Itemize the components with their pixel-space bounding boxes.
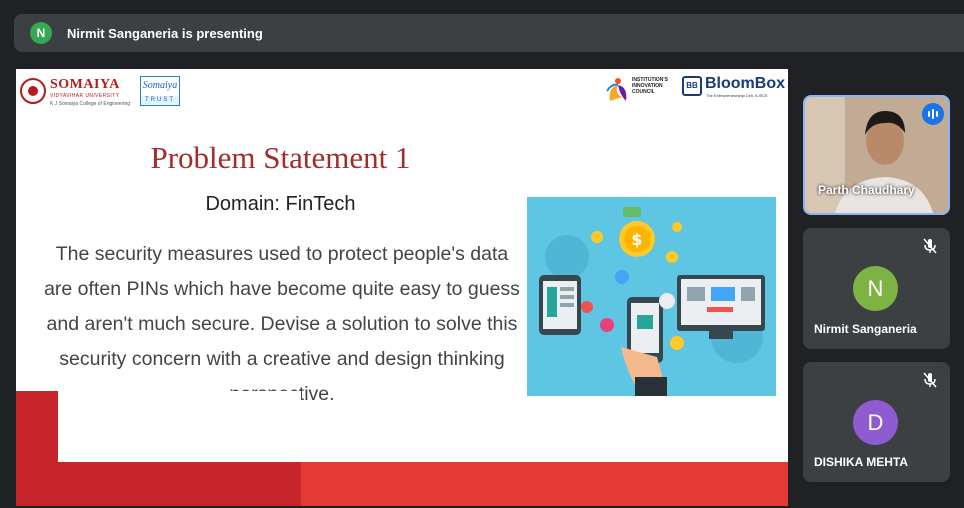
bloombox-logo: BB BloomBox The Entrepreneurship Cell, K… [682, 73, 786, 101]
iic-logo: INSTITUTION'S INNOVATION COUNCIL [604, 73, 680, 107]
fintech-illustration: $ [527, 197, 776, 396]
svg-text:$: $ [631, 230, 642, 249]
participant-name: DISHIKA MEHTA [814, 455, 908, 469]
slide-bottom-band-left [16, 462, 301, 506]
presenting-bar: N Nirmit Sanganeria is presenting [14, 14, 964, 52]
trust-band: TRUST [141, 96, 179, 105]
participant-tile-nirmit[interactable]: N Nirmit Sanganeria [803, 228, 950, 349]
participant-name: Nirmit Sanganeria [814, 322, 917, 336]
mic-off-icon [923, 238, 937, 254]
presenter-avatar: N [30, 22, 52, 44]
iic-mark-icon [606, 78, 627, 101]
slide-title: Problem Statement 1 [150, 140, 411, 175]
slide-domain: Domain: FinTech [205, 193, 356, 215]
slide-left-band [16, 391, 58, 506]
somaiya-name: SOMAIYA [50, 77, 120, 92]
mic-off-icon [923, 372, 937, 388]
bloombox-mark: BB [682, 76, 702, 96]
bloombox-name: BloomBox [705, 75, 785, 92]
somaiya-seal-icon [20, 78, 46, 104]
participant-avatar: D [853, 400, 898, 445]
somaiya-college: K J Somaiya College of Engineering [50, 101, 131, 107]
bloombox-tagline: The Entrepreneurship Cell, KJSCE [706, 93, 768, 98]
presenting-text: Nirmit Sanganeria is presenting [67, 25, 263, 41]
participant-name: Parth Chaudhary [818, 183, 915, 197]
speaking-icon [922, 103, 944, 125]
trust-script: Somaiya [142, 80, 178, 91]
slide-body: The security measures used to protect pe… [44, 243, 520, 405]
participant-tile-dishika[interactable]: D DISHIKA MEHTA [803, 362, 950, 482]
somaiya-sub: VIDYAVIHAR UNIVERSITY [50, 93, 120, 99]
participant-avatar: N [853, 266, 898, 311]
participant-tile-parth[interactable]: Parth Chaudhary [803, 95, 950, 215]
iic-text: INSTITUTION'S INNOVATION COUNCIL [632, 77, 668, 95]
fintech-illustration-graphic: $ [539, 207, 765, 396]
slide-bottom-band-right [301, 462, 788, 506]
somaiya-logo: SOMAIYA VIDYAVIHAR UNIVERSITY K J Somaiy… [20, 75, 132, 109]
presentation-slide: SOMAIYA VIDYAVIHAR UNIVERSITY K J Somaiy… [16, 69, 788, 506]
somaiya-trust-logo: Somaiya TRUST [140, 76, 180, 106]
slide-white-cut [58, 391, 301, 462]
